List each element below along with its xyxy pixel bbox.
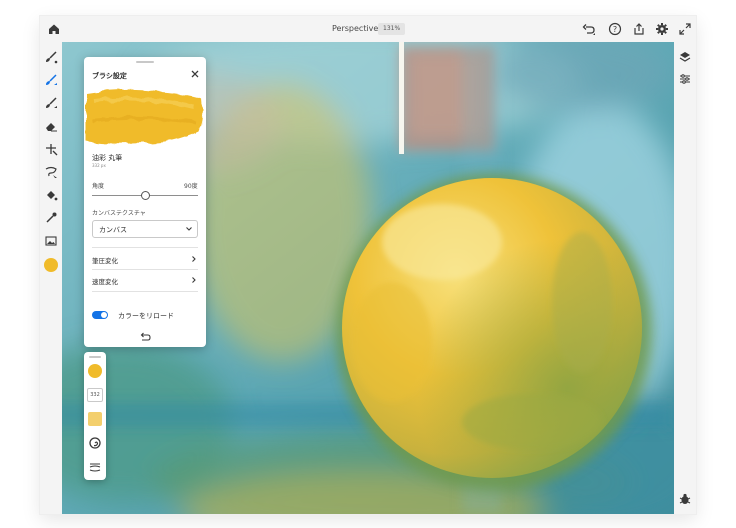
palette-drag-handle[interactable] (89, 356, 101, 358)
divider (92, 291, 198, 292)
angle-label: 角度 (92, 183, 105, 190)
transform-icon[interactable] (44, 142, 58, 156)
bug-report-icon[interactable] (678, 492, 692, 506)
layers-icon[interactable] (678, 50, 692, 64)
canvas-texture-value: カンバス (99, 226, 127, 234)
fill-icon[interactable] (44, 188, 58, 202)
selection-icon[interactable] (44, 165, 58, 179)
palette-color-swatch[interactable] (88, 364, 102, 378)
document-title: Perspective (332, 24, 379, 33)
brush-name: 油彩 丸筆 (92, 154, 123, 162)
active-color-swatch[interactable] (44, 258, 58, 272)
right-toolbar (674, 42, 696, 514)
divider (92, 247, 198, 248)
fullscreen-icon[interactable] (678, 22, 692, 36)
panel-drag-handle[interactable] (136, 61, 154, 63)
top-bar: Perspective 131% ? (40, 16, 696, 42)
angle-value: 90度 (184, 183, 198, 190)
brush-settings-panel: ブラシ設定 油彩 丸筆 332 px 角度 90度 カンバステクスチャ カンバス (84, 57, 206, 347)
help-icon[interactable]: ? (608, 22, 622, 36)
settings-icon[interactable] (655, 22, 669, 36)
toggle-knob (101, 312, 107, 318)
panel-title: ブラシ設定 (92, 72, 127, 80)
reset-icon[interactable] (139, 332, 151, 342)
angle-slider-thumb[interactable] (140, 191, 150, 200)
eraser-icon[interactable] (44, 119, 58, 133)
speed-label: 速度変化 (92, 278, 118, 286)
close-icon[interactable] (190, 69, 200, 79)
reload-color-label: カラーをリロード (118, 312, 174, 320)
app-window: Perspective 131% ? ブラシ設定 油彩 丸筆 332 px 角度… (40, 16, 696, 514)
paint-brush-icon[interactable] (44, 50, 58, 64)
left-toolbar (40, 42, 62, 514)
pressure-dynamics-row[interactable]: 筆圧変化 (92, 253, 198, 267)
pixel-brush-icon[interactable] (44, 73, 58, 87)
brush-stroke-preview (86, 89, 203, 144)
undo-icon[interactable] (582, 22, 596, 36)
brush-quick-palette: 332 (84, 352, 106, 480)
adjustments-icon[interactable] (678, 72, 692, 86)
brush-size-field[interactable]: 332 (87, 388, 103, 402)
zoom-level[interactable]: 131% (378, 23, 406, 35)
opacity-swatch[interactable] (88, 412, 102, 426)
reload-color-toggle[interactable] (92, 311, 108, 319)
divider (92, 269, 198, 270)
canvas-texture-select[interactable]: カンバス (92, 220, 198, 238)
speed-dynamics-row[interactable]: 速度変化 (92, 274, 198, 288)
pressure-label: 筆圧変化 (92, 257, 118, 265)
brush-size-text: 332 px (92, 163, 106, 168)
eyedropper-icon[interactable] (44, 211, 58, 225)
svg-text:?: ? (613, 25, 617, 34)
flow-icon[interactable] (88, 436, 102, 450)
chevron-right-icon (192, 277, 196, 283)
mixer-brush-icon[interactable] (44, 96, 58, 110)
chevron-right-icon (192, 256, 196, 262)
canvas-texture-label: カンバステクスチャ (92, 210, 146, 217)
brush-dynamics-icon[interactable] (88, 460, 102, 474)
share-icon[interactable] (632, 22, 646, 36)
chevron-down-icon (186, 227, 192, 231)
image-icon[interactable] (44, 234, 58, 248)
home-icon[interactable] (46, 21, 62, 37)
